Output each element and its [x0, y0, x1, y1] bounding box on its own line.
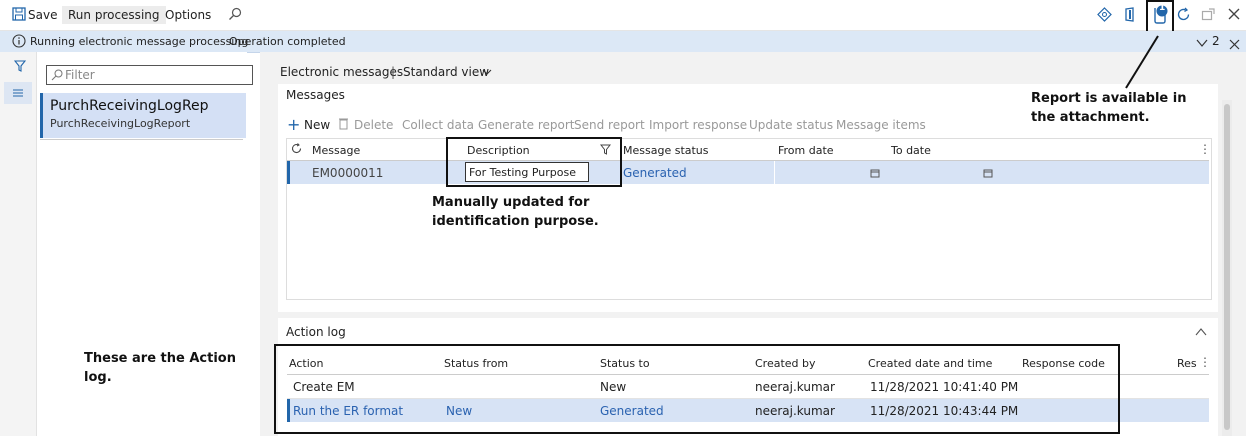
new-button[interactable]: New [304, 118, 330, 132]
table-row[interactable] [287, 161, 1209, 184]
breadcrumb-separator: | [391, 65, 396, 79]
refresh-icon[interactable] [1176, 7, 1191, 25]
generate-report-button[interactable]: Generate report [478, 118, 575, 132]
office-icon[interactable] [1123, 7, 1137, 25]
message-bar-text: Operation completed [229, 35, 346, 48]
column-header-from-date[interactable]: From date [778, 144, 834, 157]
message-bar-title: Running electronic message processing [30, 35, 249, 48]
open-new-window-icon[interactable] [1201, 7, 1216, 25]
plus-icon: + [287, 115, 301, 134]
column-header-message-status[interactable]: Message status [623, 144, 709, 157]
import-response-button[interactable]: Import response [649, 118, 747, 132]
cell-divider [774, 161, 775, 184]
list-divider [40, 139, 243, 140]
chevron-up-icon[interactable] [1195, 326, 1207, 340]
send-report-button[interactable]: Send report [574, 118, 645, 132]
list-icon [12, 87, 24, 101]
view-selector[interactable]: Standard view [403, 65, 489, 79]
update-status-button[interactable]: Update status [749, 118, 833, 132]
options-button[interactable]: Options [165, 6, 211, 24]
list-view-toggle[interactable] [4, 82, 32, 104]
list-item-title: PurchReceivingLogRep [50, 98, 209, 114]
search-icon [51, 68, 63, 86]
column-header-res[interactable]: Res [1177, 357, 1197, 370]
page-title: Electronic messages [280, 65, 404, 79]
trash-icon [338, 117, 349, 133]
list-item-subtitle: PurchReceivingLogReport [50, 117, 191, 130]
filter-icon[interactable] [13, 60, 27, 75]
scrollbar-thumb[interactable] [1224, 104, 1230, 430]
refresh-icon[interactable] [291, 143, 302, 157]
filter-placeholder: Filter [65, 68, 95, 82]
message-bar: Running electronic message processing Op… [0, 31, 1246, 53]
column-header-message[interactable]: Message [312, 144, 360, 157]
filter-input[interactable]: Filter [46, 65, 253, 85]
messages-grid-header [287, 139, 1209, 161]
calendar-icon[interactable] [983, 167, 993, 181]
run-processing-button[interactable]: Run processing [62, 6, 166, 24]
calendar-icon[interactable] [870, 167, 880, 181]
message-cell[interactable]: EM0000011 [312, 166, 383, 180]
save-icon [12, 7, 26, 25]
more-options-icon[interactable]: ⋮ [1199, 142, 1211, 156]
navigation-rail [0, 52, 37, 436]
collect-data-button[interactable]: Collect data [402, 118, 474, 132]
message-items-button[interactable]: Message items [836, 118, 926, 132]
diamond-icon[interactable] [1097, 7, 1112, 25]
column-header-to-date[interactable]: To date [891, 144, 931, 157]
message-status-cell[interactable]: Generated [623, 166, 687, 180]
attachment-badge: 1 [1159, 3, 1166, 13]
action-log-annotation: These are the Action log. [84, 351, 236, 385]
action-log-section-title: Action log [286, 325, 346, 339]
save-button[interactable]: Save [28, 6, 57, 24]
close-icon[interactable] [1227, 7, 1241, 24]
chevron-down-icon[interactable] [482, 66, 492, 80]
description-highlight-box [446, 137, 622, 187]
list-item[interactable]: PurchReceivingLogRep PurchReceivingLogRe… [40, 93, 246, 138]
messages-section-title: Messages [286, 88, 345, 102]
message-count: 2 [1212, 34, 1220, 48]
action-log-highlight-box [274, 344, 1120, 434]
annotation-arrow [1125, 35, 1159, 89]
delete-button[interactable]: Delete [354, 118, 393, 132]
attachment-annotation: Report is available in the attachment. [1031, 91, 1187, 125]
scrollbar[interactable] [1222, 100, 1232, 436]
search-icon[interactable] [228, 7, 242, 24]
description-annotation: Manually updated for identification purp… [432, 195, 599, 229]
more-options-icon[interactable]: ⋮ [1199, 355, 1211, 369]
action-toolbar: Save Run processing Options 1 [0, 0, 1246, 34]
